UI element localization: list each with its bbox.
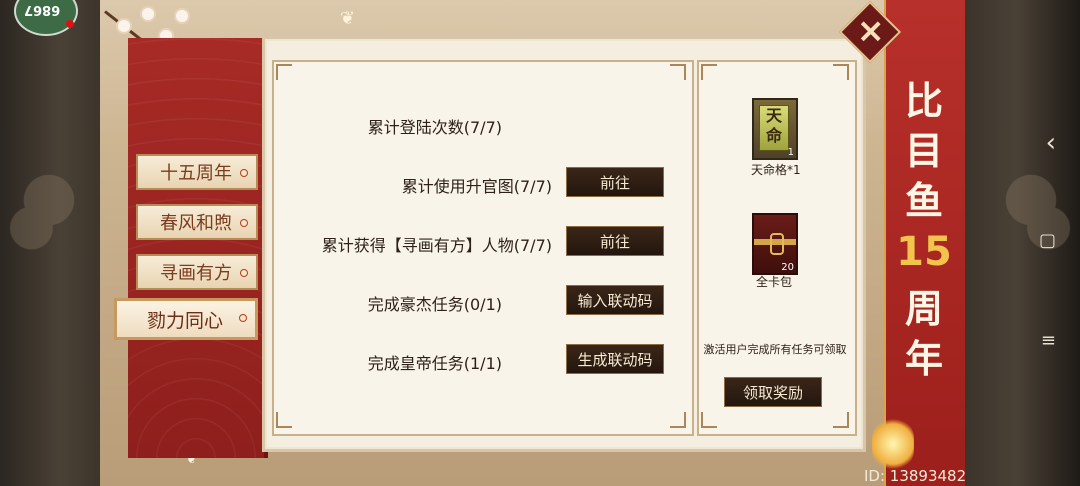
dragon-ornament-left [5, 130, 93, 270]
reward-name: 全卡包 [756, 275, 793, 289]
reward-item-card-pack[interactable]: 20 [752, 213, 798, 275]
banner-char: 年 [904, 336, 943, 381]
frame-corner [833, 64, 849, 80]
reward-name: 天命格*1 [751, 163, 801, 177]
avatar-badge-text: 6867 [24, 2, 61, 17]
butterfly-icon: ❦ [340, 8, 356, 29]
dragon-ornament-right [987, 130, 1075, 270]
blossom-icon [118, 20, 130, 32]
player-id: ID: 13893482 [864, 467, 967, 485]
banner-char: 周 [904, 286, 943, 331]
tab-dot-icon [240, 219, 248, 227]
frame-corner [670, 412, 686, 428]
claim-reward-button[interactable]: 领取奖励 [724, 377, 822, 407]
banner-char: 鱼 [904, 178, 943, 223]
reward-count: 20 [781, 262, 794, 273]
frame-corner [276, 64, 292, 80]
tab-dot-icon [240, 269, 248, 277]
goto-button-promotion[interactable]: 前往 [566, 167, 664, 197]
tab-label: 寻画有方 [160, 263, 232, 284]
notification-dot [66, 20, 74, 28]
task-hero-mission: 完成豪杰任务(0/1) [367, 295, 502, 314]
tab-painting-search[interactable]: 寻画有方 [136, 254, 258, 290]
task-login-count: 累计登陆次数(7/7) [367, 118, 502, 137]
lantern-icon [872, 418, 914, 470]
blossom-icon [176, 10, 188, 22]
tab-united-effort[interactable]: 勠力同心 [114, 298, 258, 340]
banner-char: 目 [904, 128, 943, 173]
task-emperor-mission: 完成皇帝任务(1/1) [367, 354, 502, 373]
reward-item-tianmingge[interactable]: 天命 1 [752, 98, 798, 160]
enter-link-code-button[interactable]: 输入联动码 [566, 285, 664, 315]
banner-char: 比 [904, 78, 943, 123]
generate-link-code-button[interactable]: 生成联动码 [566, 344, 664, 374]
task-painting-characters: 累计获得【寻画有方】人物(7/7) [321, 236, 552, 255]
task-promotion-map: 累计使用升官图(7/7) [401, 177, 552, 196]
menu-nav-icon[interactable]: ≡ [1041, 330, 1056, 351]
tianming-icon: 天命 [759, 105, 789, 151]
frame-corner [701, 64, 717, 80]
reward-note: 激活用户完成所有任务可领取 [703, 343, 847, 356]
back-nav-icon[interactable]: ‹ [1046, 128, 1056, 158]
frame-corner [833, 412, 849, 428]
tab-fifteenth-anniversary[interactable]: 十五周年 [136, 154, 258, 190]
frame-corner [276, 412, 292, 428]
tab-spring-breeze[interactable]: 春风和煦 [136, 204, 258, 240]
reward-count: 1 [787, 147, 794, 158]
tab-label: 十五周年 [160, 163, 232, 184]
tab-dot-icon [240, 169, 248, 177]
tab-label: 春风和煦 [160, 213, 232, 234]
goto-button-painting[interactable]: 前往 [566, 226, 664, 256]
tab-dot-icon [239, 314, 247, 322]
tab-panel [128, 38, 268, 458]
banner-number: 15 [896, 229, 952, 275]
home-nav-icon[interactable]: ▢ [1039, 230, 1056, 251]
frame-corner [670, 64, 686, 80]
blossom-icon [142, 8, 154, 20]
tab-label: 勠力同心 [147, 309, 224, 332]
frame-corner [701, 412, 717, 428]
